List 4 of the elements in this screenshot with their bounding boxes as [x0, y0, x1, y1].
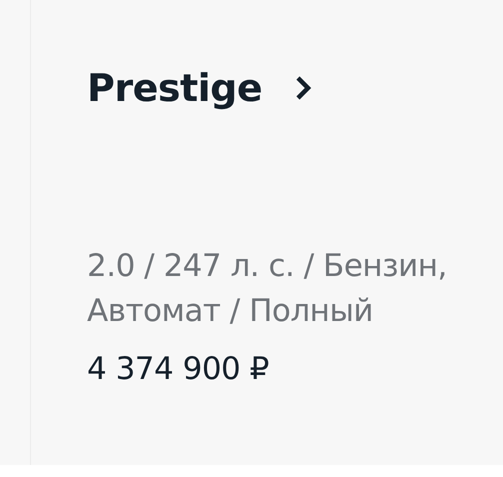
car-specs: 2.0 / 247 л. с. / Бензин, Автомат / Полный [87, 247, 448, 331]
chevron-right-icon[interactable] [294, 75, 312, 101]
price: 4 374 900 ₽ [87, 351, 270, 387]
trim-title[interactable]: Prestige [87, 66, 262, 110]
